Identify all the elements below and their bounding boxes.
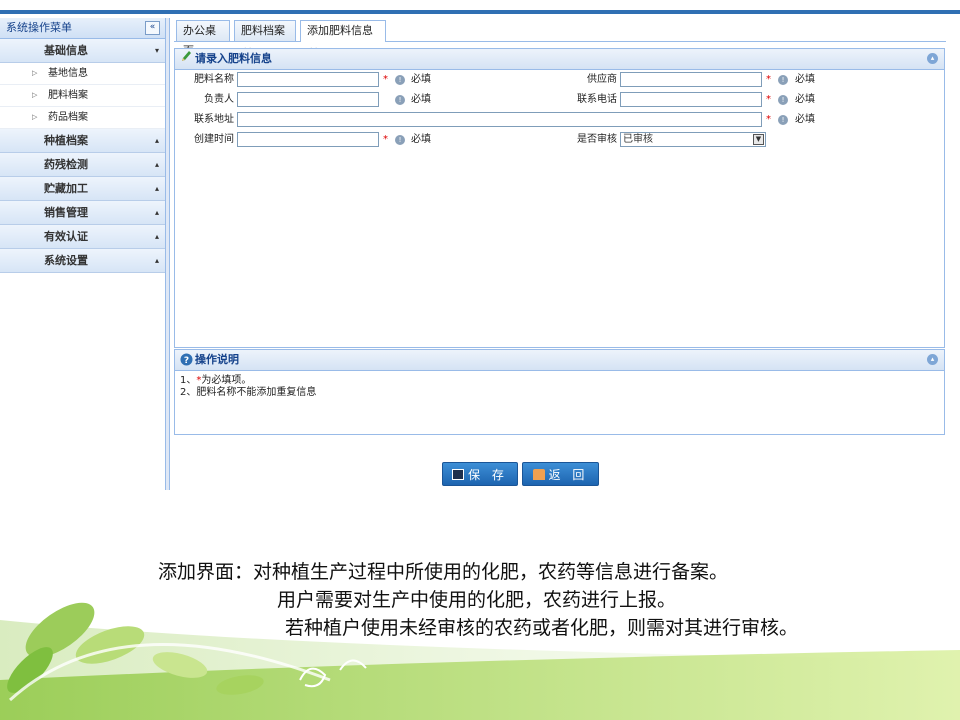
form-panel-header: 请录入肥料信息 ▴	[175, 49, 944, 70]
info-icon: !	[395, 75, 405, 85]
note-text: 为必填项。	[201, 375, 252, 386]
notes-panel: ? 操作说明 ▴ 1、*为必填项。 2、肥料名称不能添加重复信息	[174, 349, 945, 435]
fertilizer-name-input[interactable]	[237, 72, 379, 87]
required-star: *	[383, 134, 388, 145]
sidebar-item-fertilizer[interactable]: ▷ 肥料档案	[0, 85, 165, 107]
field-label-name: 肥料名称	[194, 74, 234, 85]
field-label-owner: 负责人	[204, 94, 234, 105]
svg-text:?: ?	[184, 356, 189, 366]
required-star: *	[383, 74, 388, 85]
required-text: 必填	[795, 74, 815, 85]
required-star: *	[766, 74, 771, 85]
phone-input[interactable]	[620, 92, 762, 107]
sidebar-group-label: 贮藏加工	[44, 182, 88, 195]
sidebar-group-storage[interactable]: 贮藏加工 ▴	[0, 177, 165, 201]
sidebar-group-label: 基础信息	[44, 44, 88, 57]
sidebar-item-pesticide[interactable]: ▷ 药品档案	[0, 107, 165, 129]
info-icon: !	[778, 115, 788, 125]
sidebar-group-cert[interactable]: 有效认证 ▴	[0, 225, 165, 249]
chevron-up-icon: ▴	[154, 160, 159, 169]
sidebar-item-label: 药品档案	[48, 112, 88, 123]
sidebar-group-label: 药残检测	[44, 158, 88, 171]
chevron-up-icon: ▴	[154, 184, 159, 193]
field-label-supplier: 供应商	[587, 74, 617, 85]
note-prefix: 1、	[180, 375, 197, 386]
tab-desktop[interactable]: 办公桌面	[176, 20, 230, 57]
audited-select[interactable]: 已审核 ▼	[620, 132, 766, 147]
notes-panel-header: ? 操作说明 ▴	[175, 350, 944, 371]
pencil-icon	[180, 49, 192, 70]
sidebar-group-sales[interactable]: 销售管理 ▴	[0, 201, 165, 225]
save-button-label: 保 存	[468, 468, 508, 482]
note-line-2: 2、肥料名称不能添加重复信息	[180, 387, 317, 398]
caption-line-3: 若种植户使用未经审核的农药或者化肥，则需对其进行审核。	[285, 617, 799, 639]
created-time-input[interactable]	[237, 132, 379, 147]
sidebar-group-basic[interactable]: 基础信息 ▾	[0, 39, 165, 63]
back-button-label: 返 回	[548, 468, 589, 482]
note-line-1: 1、*为必填项。	[175, 375, 944, 387]
tab-label: 添加肥料信息	[307, 24, 373, 37]
tree-bullet-icon: ▷	[32, 69, 38, 77]
collapse-panel-icon[interactable]: ▴	[927, 354, 938, 365]
caption-line-2: 用户需要对生产中使用的化肥，农药进行上报。	[277, 589, 677, 611]
tab-label: 肥料档案	[241, 24, 285, 37]
sidebar-title: 系统操作菜单 «	[0, 18, 165, 39]
sidebar-group-label: 有效认证	[44, 230, 88, 243]
chevron-up-icon: ▴	[154, 232, 159, 241]
chevron-up-icon: ▴	[154, 256, 159, 265]
tab-strip: 办公桌面 肥料档案× 添加肥料信息×	[174, 18, 946, 57]
info-icon: !	[395, 95, 405, 105]
audited-select-value: 已审核	[623, 134, 653, 145]
sidebar-title-text: 系统操作菜单	[6, 21, 72, 34]
form-panel-title: 请录入肥料信息	[195, 52, 272, 65]
sidebar-item-base-info[interactable]: ▷ 基地信息	[0, 63, 165, 85]
sidebar-group-label: 种植档案	[44, 134, 88, 147]
required-text: 必填	[795, 114, 815, 125]
sidebar-group-label: 销售管理	[44, 206, 88, 219]
sidebar-group-residue[interactable]: 药残检测 ▴	[0, 153, 165, 177]
field-label-audited: 是否审核	[577, 134, 617, 145]
chevron-down-icon: ▾	[154, 46, 159, 55]
help-icon: ?	[180, 350, 193, 373]
dropdown-arrow-icon[interactable]: ▼	[753, 134, 764, 145]
owner-input[interactable]	[237, 92, 379, 107]
collapse-panel-icon[interactable]: ▴	[927, 53, 938, 64]
sidebar-group-label: 系统设置	[44, 254, 88, 267]
notes-panel-title: 操作说明	[195, 353, 239, 366]
required-star: *	[766, 94, 771, 105]
tree-bullet-icon: ▷	[32, 113, 38, 121]
back-button[interactable]: 返 回	[522, 462, 599, 486]
required-text: 必填	[411, 94, 431, 105]
collapse-sidebar-button[interactable]: «	[145, 21, 160, 35]
field-label-phone: 联系电话	[577, 94, 617, 105]
supplier-input[interactable]	[620, 72, 762, 87]
sidebar-item-label: 基地信息	[48, 68, 88, 79]
sidebar-splitter[interactable]	[166, 18, 170, 490]
field-label-address: 联系地址	[194, 114, 234, 125]
sidebar: 系统操作菜单 « 基础信息 ▾ ▷ 基地信息 ▷ 肥料档案 ▷ 药品档案 种植档…	[0, 18, 166, 490]
required-text: 必填	[795, 94, 815, 105]
info-icon: !	[778, 95, 788, 105]
chevron-up-icon: ▴	[154, 208, 159, 217]
tree-bullet-icon: ▷	[32, 91, 38, 99]
address-input[interactable]	[237, 112, 762, 127]
field-label-created: 创建时间	[194, 134, 234, 145]
floppy-disk-icon	[452, 469, 465, 480]
sidebar-group-planting[interactable]: 种植档案 ▴	[0, 129, 165, 153]
tab-fertilizer-archive[interactable]: 肥料档案×	[234, 20, 296, 57]
home-icon	[532, 469, 545, 480]
top-accent-bar	[0, 0, 960, 14]
save-button[interactable]: 保 存	[442, 462, 518, 486]
info-icon: !	[395, 135, 405, 145]
required-text: 必填	[411, 134, 431, 145]
tab-add-fertilizer[interactable]: 添加肥料信息×	[300, 20, 386, 57]
caption-line-1: 添加界面：对种植生产过程中所使用的化肥，农药等信息进行备案。	[158, 561, 729, 583]
required-star: *	[766, 114, 771, 125]
sidebar-item-label: 肥料档案	[48, 90, 88, 101]
required-text: 必填	[411, 74, 431, 85]
chevron-up-icon: ▴	[154, 136, 159, 145]
info-icon: !	[778, 75, 788, 85]
sidebar-group-settings[interactable]: 系统设置 ▴	[0, 249, 165, 273]
